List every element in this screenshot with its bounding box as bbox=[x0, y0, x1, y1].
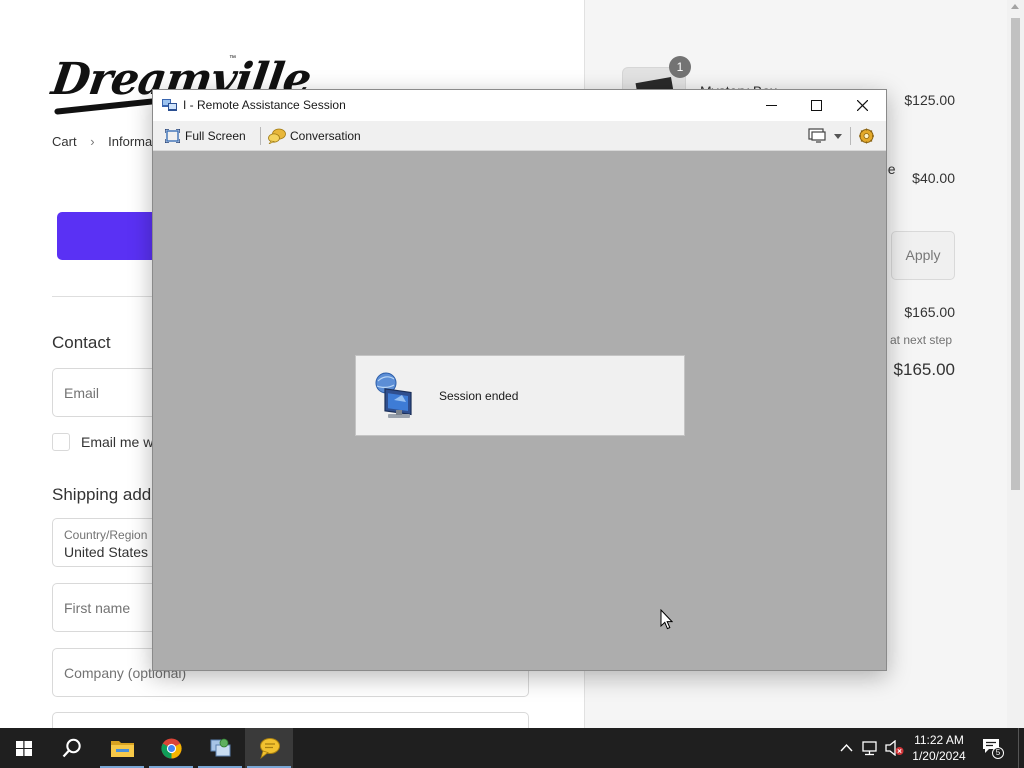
search-icon bbox=[62, 738, 81, 758]
logo-trademark: ™ bbox=[229, 55, 236, 62]
newsletter-checkbox[interactable] bbox=[52, 433, 70, 451]
chat-icon bbox=[260, 738, 280, 759]
conversation-button[interactable]: Conversation bbox=[268, 125, 368, 147]
remote-assistance-app-icon bbox=[162, 99, 177, 111]
shipping-heading: Shipping addr bbox=[52, 485, 157, 504]
volume-muted-icon[interactable] bbox=[885, 740, 904, 756]
remote-assistance-window: I - Remote Assistance Session Full Scree… bbox=[152, 89, 887, 671]
maximize-icon bbox=[811, 100, 822, 111]
file-explorer-icon bbox=[111, 741, 134, 757]
newsletter-label: Email me w bbox=[81, 434, 154, 450]
scrollbar-thumb[interactable] bbox=[1011, 18, 1020, 490]
maximize-button[interactable] bbox=[794, 90, 840, 121]
window-titlebar[interactable]: I - Remote Assistance Session bbox=[153, 90, 886, 121]
session-status-text: Session ended bbox=[439, 389, 519, 403]
windows-taskbar: 11:22 AM 1/20/2024 5 bbox=[0, 728, 1024, 768]
taskbar-remote-assistance[interactable] bbox=[196, 728, 244, 768]
clock-time: 11:22 AM bbox=[914, 733, 964, 747]
show-desktop-button[interactable] bbox=[1018, 728, 1024, 768]
full-screen-button[interactable]: Full Screen bbox=[163, 125, 247, 147]
country-value: United States bbox=[64, 544, 149, 560]
minimize-icon bbox=[766, 105, 777, 106]
chrome-icon bbox=[161, 738, 182, 759]
full-screen-label: Full Screen bbox=[185, 129, 246, 143]
toolbar-separator bbox=[260, 127, 261, 145]
scroll-up-icon[interactable] bbox=[1011, 4, 1019, 9]
conversation-icon bbox=[268, 128, 286, 144]
remote-computer-icon bbox=[375, 372, 412, 418]
page-scrollbar[interactable] bbox=[1007, 0, 1024, 728]
chevron-up-icon[interactable] bbox=[840, 740, 853, 756]
help-settings-button[interactable] bbox=[856, 125, 878, 147]
taskbar-messenger[interactable] bbox=[245, 728, 293, 768]
start-button[interactable] bbox=[0, 728, 48, 768]
clock-date: 1/20/2024 bbox=[912, 749, 966, 763]
chevron-right-icon: › bbox=[90, 134, 95, 149]
search-button[interactable] bbox=[48, 728, 96, 768]
settings-icon bbox=[859, 128, 874, 144]
close-button[interactable] bbox=[840, 90, 886, 121]
breadcrumb-cart[interactable]: Cart bbox=[52, 134, 77, 149]
session-toolbar: Full Screen Conversation bbox=[153, 121, 886, 151]
first-name-placeholder: First name bbox=[64, 600, 131, 616]
country-label: Country/Region bbox=[64, 528, 148, 542]
monitor-icon bbox=[808, 128, 826, 143]
taskbar-chrome[interactable] bbox=[147, 728, 195, 768]
breadcrumb: Cart › Informatio bbox=[52, 134, 166, 149]
apply-discount-button[interactable]: Apply bbox=[891, 231, 955, 280]
action-center-button[interactable]: 5 bbox=[982, 738, 1004, 759]
mouse-cursor-icon bbox=[660, 609, 673, 630]
session-status-panel: Session ended bbox=[355, 355, 685, 436]
contact-heading: Contact bbox=[52, 333, 111, 352]
windows-start-icon bbox=[16, 741, 32, 756]
notification-count-badge: 5 bbox=[992, 747, 1004, 759]
system-clock[interactable]: 11:22 AM 1/20/2024 bbox=[906, 732, 972, 764]
full-screen-icon bbox=[165, 129, 180, 143]
remote-screen-area[interactable]: Session ended bbox=[153, 152, 886, 670]
display-options-button[interactable] bbox=[805, 125, 845, 147]
shipping-note: d at next step bbox=[880, 333, 953, 347]
conversation-label: Conversation bbox=[290, 129, 361, 143]
quantity-badge: 1 bbox=[669, 56, 691, 78]
email-placeholder: Email bbox=[64, 385, 100, 401]
toolbar-separator bbox=[850, 127, 851, 145]
chevron-down-icon bbox=[834, 134, 842, 139]
window-title: I - Remote Assistance Session bbox=[183, 98, 346, 112]
close-icon bbox=[857, 100, 868, 111]
minimize-button[interactable] bbox=[749, 90, 795, 121]
network-icon[interactable] bbox=[862, 740, 879, 756]
taskbar-file-explorer[interactable] bbox=[98, 728, 146, 768]
remote-assistance-icon bbox=[210, 738, 231, 757]
